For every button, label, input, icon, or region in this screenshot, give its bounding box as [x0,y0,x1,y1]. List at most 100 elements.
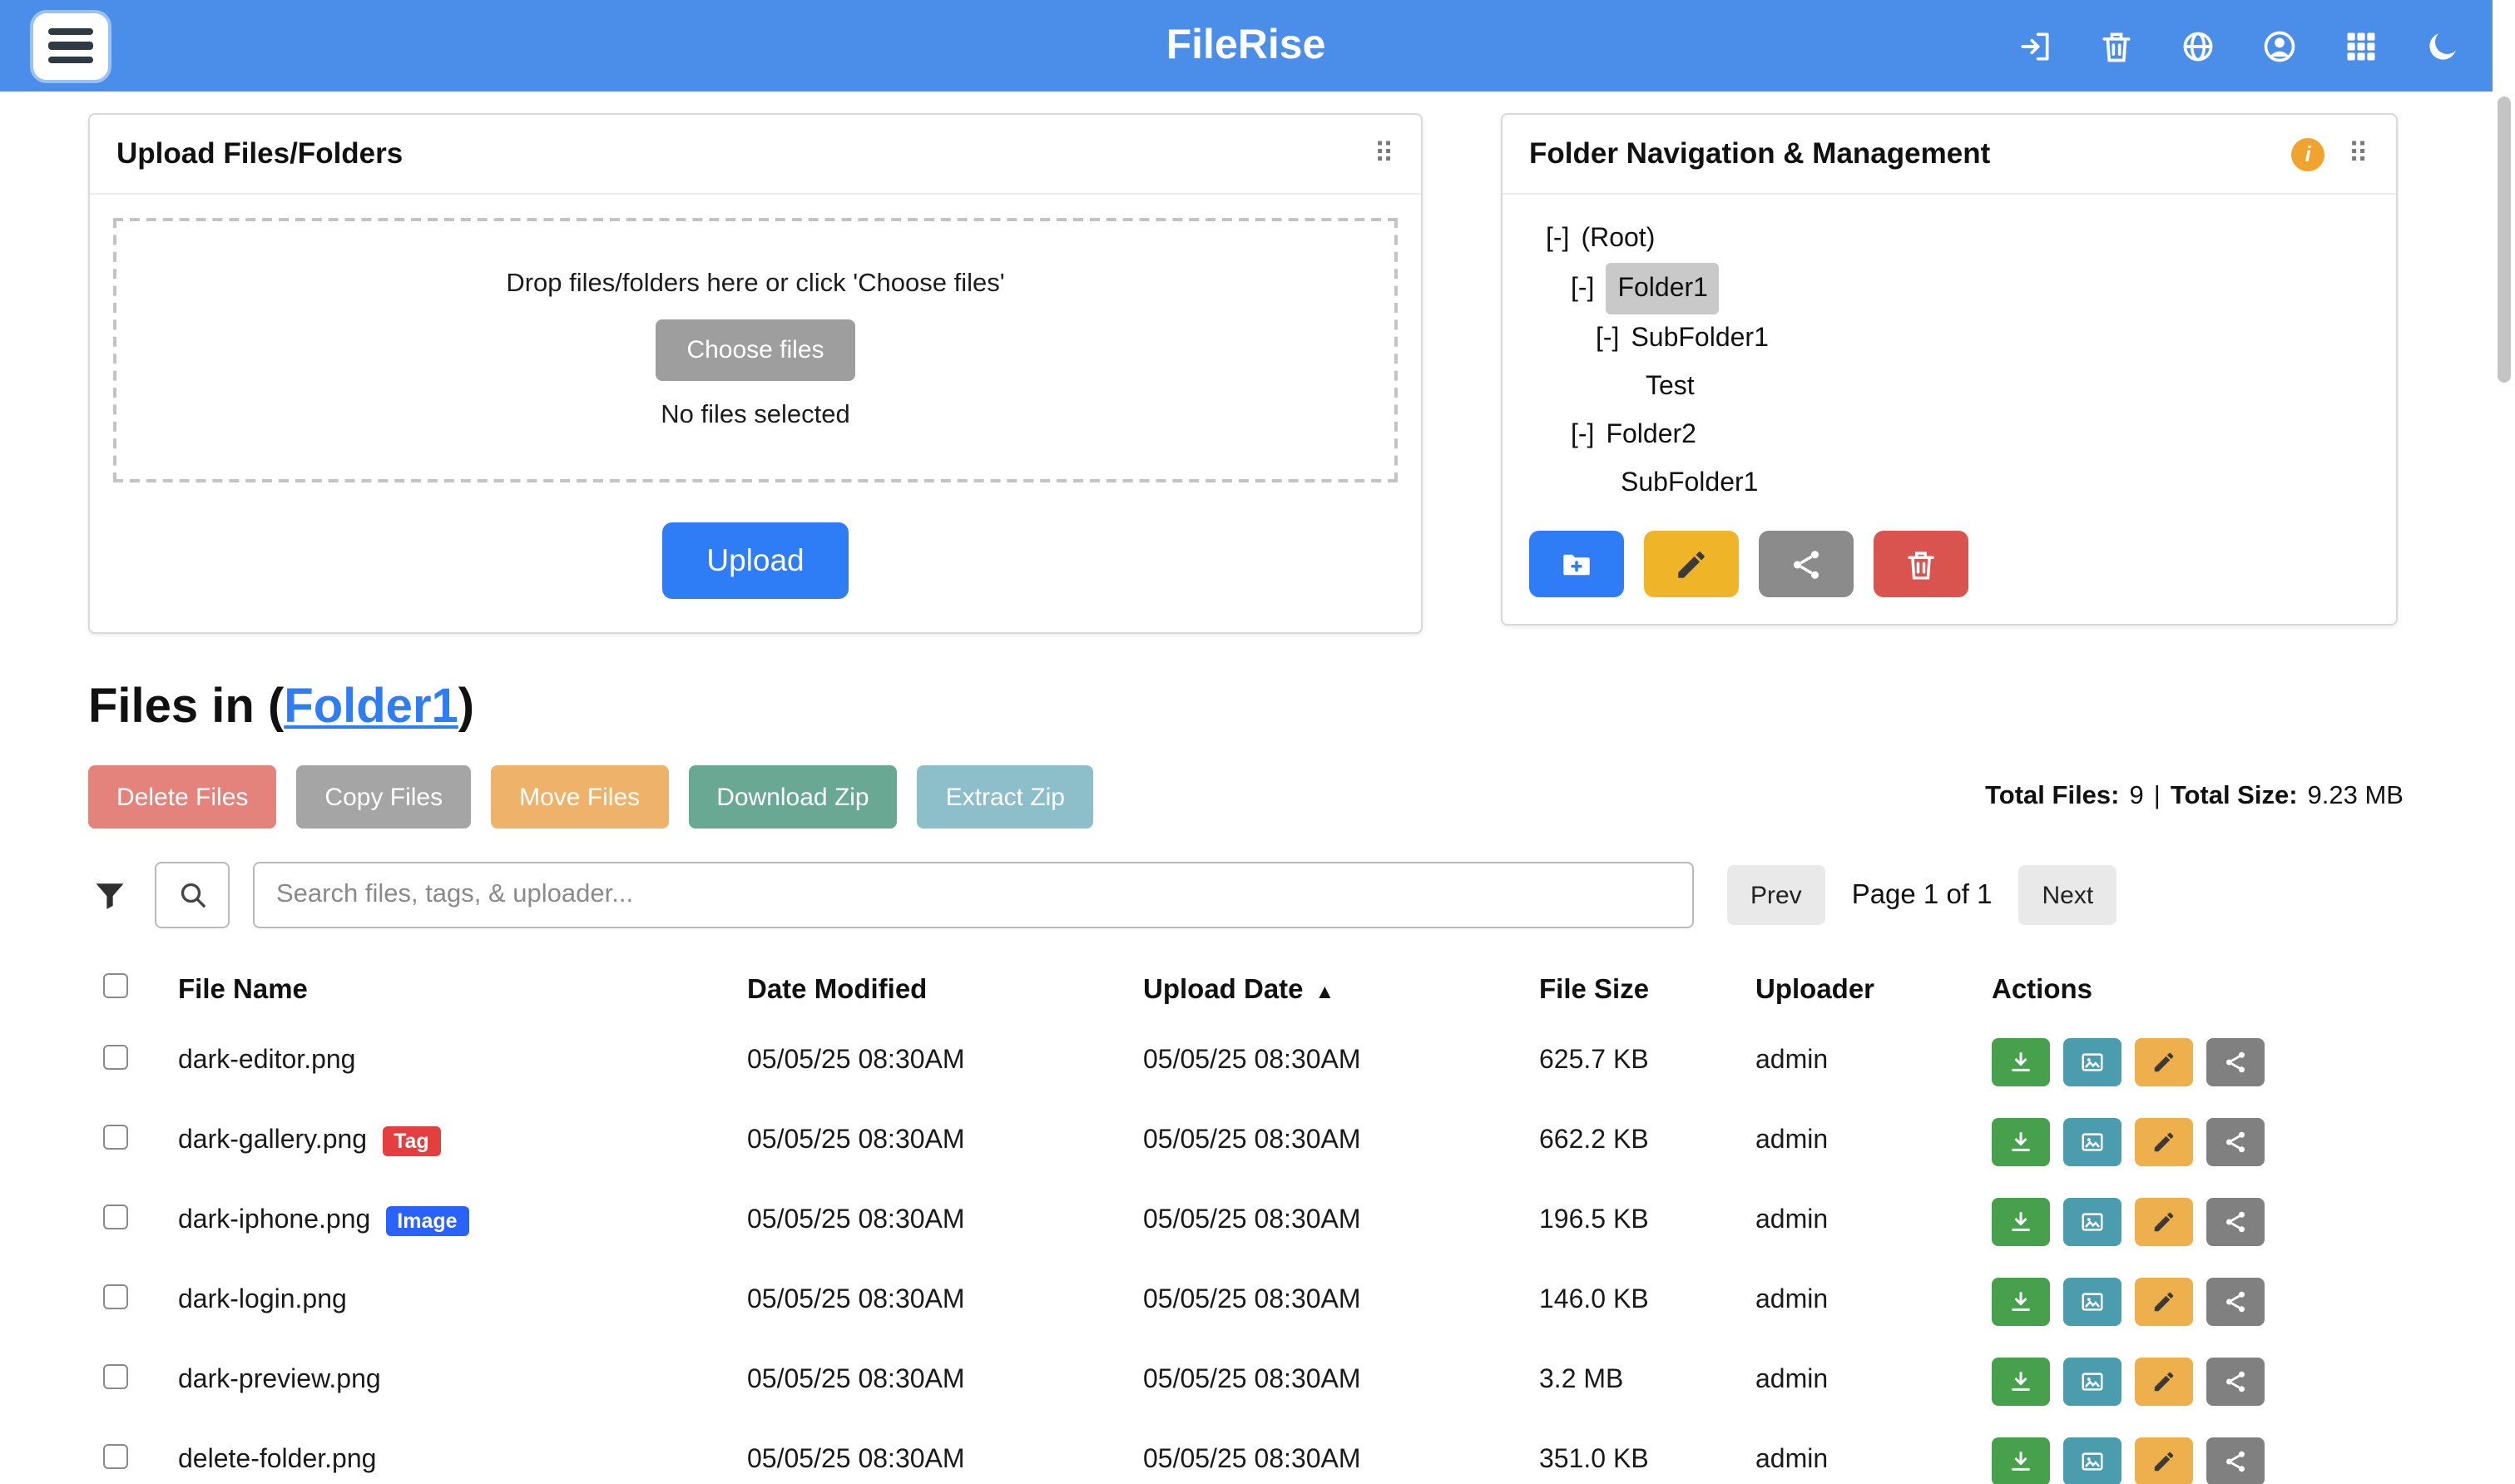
logout-icon[interactable] [2014,26,2054,66]
delete-folder-button[interactable] [1874,531,1968,597]
preview-button[interactable] [2063,1437,2121,1484]
preview-button[interactable] [2063,1357,2121,1405]
folder-tree-item[interactable]: [-] Folder2 [1529,411,2369,459]
delete-files-button[interactable]: Delete Files [88,765,276,829]
share-icon [2223,1448,2248,1473]
rename-button[interactable] [2135,1437,2193,1484]
choose-files-button[interactable]: Choose files [655,319,855,381]
col-uploader[interactable]: Uploader [1755,974,1992,1006]
tree-label[interactable]: Folder2 [1606,411,1696,459]
filter-icon[interactable] [88,873,131,917]
rename-button[interactable] [2135,1197,2193,1245]
row-checkbox[interactable] [103,1284,128,1309]
tree-label[interactable]: SubFolder1 [1621,459,1758,507]
tree-toggle[interactable]: [-] [1571,411,1594,459]
search-input[interactable] [253,862,1694,928]
current-folder-link[interactable]: Folder1 [284,680,458,734]
rename-folder-button[interactable] [1644,531,1739,597]
download-icon [2008,1129,2033,1154]
folder-plus-icon [1559,547,1594,581]
row-checkbox[interactable] [103,1444,128,1469]
col-upload-date[interactable]: Upload Date▲ [1143,974,1539,1006]
rename-button[interactable] [2135,1117,2193,1165]
folder-tree-item[interactable]: SubFolder1 [1529,459,2369,507]
preview-button[interactable] [2063,1117,2121,1165]
download-button[interactable] [1992,1437,2050,1484]
tree-label[interactable]: SubFolder1 [1631,314,1768,363]
select-all-checkbox[interactable] [103,973,128,998]
share-button[interactable] [2206,1277,2265,1325]
download-icon [2008,1368,2033,1393]
row-checkbox[interactable] [103,1205,128,1229]
file-size: 662.2 KB [1539,1126,1755,1156]
total-size-label: Total Size: [2171,782,2298,812]
app-header: FileRise [0,0,2492,92]
preview-button[interactable] [2063,1197,2121,1245]
preview-button[interactable] [2063,1277,2121,1325]
rename-icon [2151,1448,2176,1473]
rename-icon [2151,1289,2176,1313]
info-icon[interactable]: i [2291,137,2324,171]
grid-view-icon[interactable] [2340,26,2380,66]
prev-page-button[interactable]: Prev [1727,865,1825,925]
create-folder-button[interactable] [1529,531,1624,597]
tree-toggle[interactable]: [-] [1546,215,1569,263]
share-button[interactable] [2206,1437,2265,1484]
copy-files-button[interactable]: Copy Files [296,765,471,829]
tree-label[interactable]: (Root) [1581,215,1655,263]
drag-handle-icon[interactable]: ⠿ [1374,140,1394,168]
search-button[interactable] [155,862,230,928]
col-date-modified[interactable]: Date Modified [747,974,1143,1006]
no-files-text: No files selected [661,401,849,431]
tree-label[interactable]: Test [1646,363,1695,411]
tree-toggle[interactable]: [-] [1571,265,1594,313]
table-row: dark-preview.png 05/05/25 08:30AM 05/05/… [88,1341,2404,1421]
download-button[interactable] [1992,1037,2050,1086]
download-zip-button[interactable]: Download Zip [688,765,897,829]
share-button[interactable] [2206,1037,2265,1086]
download-button[interactable] [1992,1197,2050,1245]
extract-zip-button[interactable]: Extract Zip [918,765,1093,829]
download-icon [2008,1049,2033,1074]
share-folder-button[interactable] [1759,531,1854,597]
move-files-button[interactable]: Move Files [491,765,668,829]
upload-button[interactable]: Upload [661,522,849,599]
folder-action-buttons [1529,531,2369,597]
preview-image-icon [2080,1448,2105,1473]
share-button[interactable] [2206,1197,2265,1245]
row-checkbox[interactable] [103,1125,128,1150]
tree-label[interactable]: Folder1 [1606,263,1720,314]
file-size: 625.7 KB [1539,1046,1755,1076]
folder-tree-item[interactable]: [-] (Root) [1529,215,2369,263]
tree-toggle[interactable]: [-] [1596,314,1619,363]
scrollbar-thumb[interactable] [2497,96,2510,383]
file-badge: Tag [382,1126,441,1157]
folder-tree-item[interactable]: Test [1529,363,2369,411]
row-checkbox[interactable] [103,1045,128,1070]
page-scrollbar[interactable] [2492,0,2515,1484]
col-file-name[interactable]: File Name [168,974,747,1006]
menu-button[interactable] [33,12,108,79]
download-button[interactable] [1992,1117,2050,1165]
col-file-size[interactable]: File Size [1539,974,1755,1006]
folder-tree-item[interactable]: [-] Folder1 [1529,263,2369,314]
rename-button[interactable] [2135,1357,2193,1405]
row-checkbox[interactable] [103,1364,128,1389]
dark-mode-icon[interactable] [2422,26,2462,66]
share-button[interactable] [2206,1117,2265,1165]
download-button[interactable] [1992,1277,2050,1325]
folder-tree-item[interactable]: [-] SubFolder1 [1529,314,2369,363]
trash-icon[interactable] [2096,26,2136,66]
rename-button[interactable] [2135,1277,2193,1325]
preview-button[interactable] [2063,1037,2121,1086]
rename-button[interactable] [2135,1037,2193,1086]
drag-handle-icon[interactable]: ⠿ [2348,140,2369,168]
share-button[interactable] [2206,1357,2265,1405]
preview-image-icon [2080,1049,2105,1074]
download-button[interactable] [1992,1357,2050,1405]
table-row: dark-gallery.png Tag 05/05/25 08:30AM 05… [88,1101,2404,1181]
file-dropzone[interactable]: Drop files/folders here or click 'Choose… [113,218,1398,482]
globe-icon[interactable] [2177,26,2217,66]
user-profile-icon[interactable] [2259,26,2299,66]
next-page-button[interactable]: Next [2019,865,2117,925]
